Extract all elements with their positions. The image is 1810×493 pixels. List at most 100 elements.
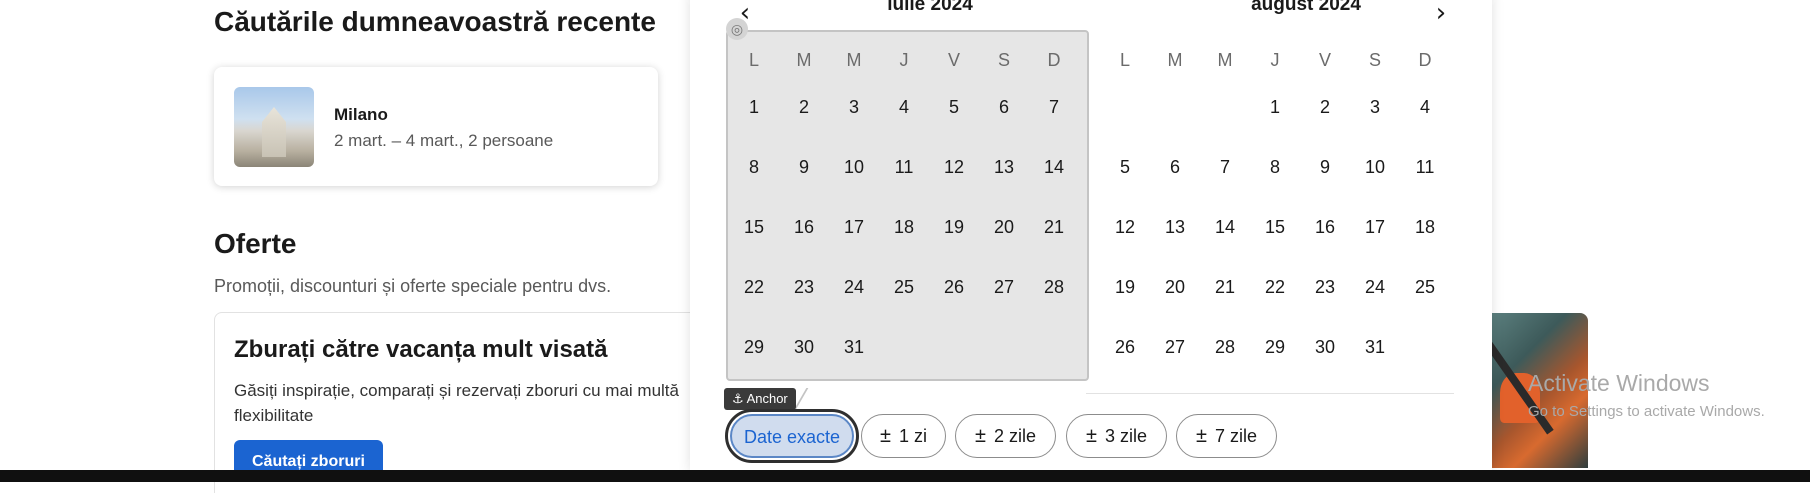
weekday-header: M bbox=[846, 50, 862, 70]
calendar-day[interactable]: 14 bbox=[1029, 147, 1079, 187]
anchor-icon: ⚓ bbox=[732, 391, 744, 406]
calendar-day[interactable]: 16 bbox=[1300, 207, 1350, 247]
calendar-day[interactable]: 21 bbox=[1029, 207, 1079, 247]
flex-option-exact[interactable]: Date exacte bbox=[725, 409, 859, 463]
calendar-day[interactable]: 8 bbox=[1250, 147, 1300, 187]
plus-minus-icon: ± bbox=[880, 425, 891, 447]
calendar-day[interactable]: 14 bbox=[1200, 207, 1250, 247]
calendar-day[interactable]: 11 bbox=[1400, 147, 1450, 187]
recent-search-details: 2 mart. – 4 mart., 2 persoane bbox=[334, 131, 554, 150]
recent-search-city: Milano bbox=[334, 105, 388, 124]
calendar-day[interactable]: 12 bbox=[1100, 207, 1150, 247]
calendar-day[interactable]: 24 bbox=[829, 267, 879, 307]
calendar-day[interactable]: 17 bbox=[829, 207, 879, 247]
offers-title: Oferte bbox=[214, 228, 297, 259]
calendar-day[interactable]: 6 bbox=[979, 87, 1029, 127]
calendar-day[interactable]: 15 bbox=[1250, 207, 1300, 247]
spiral-icon: ◎ bbox=[726, 18, 748, 40]
calendar-day[interactable]: 30 bbox=[1300, 327, 1350, 367]
calendar-day[interactable]: 26 bbox=[1100, 327, 1150, 367]
calendar-day[interactable]: 10 bbox=[1350, 147, 1400, 187]
calendar-day[interactable]: 5 bbox=[929, 87, 979, 127]
anchor-tag: ⚓ Anchor bbox=[724, 388, 796, 410]
calendar-day[interactable]: 31 bbox=[829, 327, 879, 367]
calendar-day[interactable]: 29 bbox=[1250, 327, 1300, 367]
calendar-day[interactable]: 20 bbox=[979, 207, 1029, 247]
calendar-day[interactable]: 1 bbox=[1250, 87, 1300, 127]
calendar-day[interactable]: 27 bbox=[1150, 327, 1200, 367]
calendar-day[interactable]: 11 bbox=[879, 147, 929, 187]
calendar-day[interactable]: 18 bbox=[879, 207, 929, 247]
calendar-day[interactable]: 21 bbox=[1200, 267, 1250, 307]
calendar-day[interactable]: 9 bbox=[779, 147, 829, 187]
windows-activation-title: Activate Windows bbox=[1528, 370, 1710, 396]
promo-title: Zburați către vacanța mult visată bbox=[234, 336, 608, 363]
calendar-day[interactable]: 27 bbox=[979, 267, 1029, 307]
calendar-day[interactable]: 20 bbox=[1150, 267, 1200, 307]
calendar-day[interactable]: 7 bbox=[1200, 147, 1250, 187]
calendar-day[interactable]: 10 bbox=[829, 147, 879, 187]
calendar-day[interactable]: 13 bbox=[1150, 207, 1200, 247]
calendar-day[interactable]: 19 bbox=[929, 207, 979, 247]
calendar-divider bbox=[1086, 393, 1454, 394]
calendar-day[interactable]: 16 bbox=[779, 207, 829, 247]
calendar-day[interactable]: 19 bbox=[1100, 267, 1150, 307]
calendar-day[interactable]: 2 bbox=[1300, 87, 1350, 127]
weekday-header: J bbox=[1270, 50, 1280, 70]
weekday-header: D bbox=[1047, 50, 1061, 70]
calendar-day[interactable]: 1 bbox=[729, 87, 779, 127]
calendar-day[interactable]: 8 bbox=[729, 147, 779, 187]
calendar-day[interactable]: 23 bbox=[779, 267, 829, 307]
flex-option-label: 3 zile bbox=[1104, 426, 1147, 446]
calendar-day[interactable]: 2 bbox=[779, 87, 829, 127]
calendar-day[interactable]: 9 bbox=[1300, 147, 1350, 187]
weekday-header: L bbox=[1119, 50, 1130, 70]
plus-minus-icon: ± bbox=[1195, 425, 1207, 447]
calendar-day[interactable]: 13 bbox=[979, 147, 1029, 187]
calendar-day[interactable]: 25 bbox=[879, 267, 929, 307]
weekday-header: D bbox=[1418, 50, 1432, 70]
flex-option-7-days[interactable]: ±7 zile bbox=[1176, 414, 1277, 458]
month-title-august: august 2024 bbox=[1251, 0, 1361, 15]
calendar-day[interactable]: 30 bbox=[779, 327, 829, 367]
weekday-header: J bbox=[899, 50, 909, 70]
weekday-header: S bbox=[1368, 50, 1381, 70]
calendar-day[interactable]: 26 bbox=[929, 267, 979, 307]
calendar-day[interactable]: 25 bbox=[1400, 267, 1450, 307]
flex-option-label: Date exacte bbox=[743, 427, 841, 447]
calendar-day[interactable]: 6 bbox=[1150, 147, 1200, 187]
calendar-day[interactable]: 3 bbox=[1350, 87, 1400, 127]
flex-option-1-day[interactable]: ±1 zi bbox=[861, 414, 946, 458]
weekday-header: M bbox=[1217, 50, 1233, 70]
flex-option-label: 7 zile bbox=[1214, 426, 1257, 446]
plus-minus-icon: ± bbox=[974, 425, 986, 447]
calendar-day[interactable]: 31 bbox=[1350, 327, 1400, 367]
promo-text: Găsiți inspirație, comparați și rezervaț… bbox=[234, 381, 679, 425]
calendar-day[interactable]: 28 bbox=[1029, 267, 1079, 307]
calendar-day[interactable]: 22 bbox=[1250, 267, 1300, 307]
calendar-day[interactable]: 23 bbox=[1300, 267, 1350, 307]
taskbar bbox=[0, 470, 1810, 482]
weekday-header: L bbox=[748, 50, 759, 70]
flex-option-3-days[interactable]: ±3 zile bbox=[1066, 414, 1167, 458]
calendar-day[interactable]: 4 bbox=[879, 87, 929, 127]
calendar-day[interactable]: 12 bbox=[929, 147, 979, 187]
flex-option-2-days[interactable]: ±2 zile bbox=[955, 414, 1056, 458]
calendar-day[interactable]: 18 bbox=[1400, 207, 1450, 247]
calendar-day[interactable]: 3 bbox=[829, 87, 879, 127]
date-picker-popup: ‹ › ◎ iulie 2024 august 2024 LMMJVSD1234… bbox=[690, 0, 1492, 470]
calendar-day[interactable]: 24 bbox=[1350, 267, 1400, 307]
calendar-day[interactable]: 15 bbox=[729, 207, 779, 247]
calendar-day[interactable]: 28 bbox=[1200, 327, 1250, 367]
windows-activation-subtitle: Go to Settings to activate Windows. bbox=[1528, 403, 1765, 420]
calendar-day[interactable]: 5 bbox=[1100, 147, 1150, 187]
calendar-day[interactable]: 7 bbox=[1029, 87, 1079, 127]
calendar-day[interactable]: 22 bbox=[729, 267, 779, 307]
recent-search-card[interactable]: Milano 2 mart. – 4 mart., 2 persoane bbox=[214, 67, 658, 186]
calendar-day[interactable]: 29 bbox=[729, 327, 779, 367]
plus-minus-icon: ± bbox=[1085, 425, 1097, 447]
recent-searches-title: Căutările dumneavoastră recente bbox=[214, 6, 656, 37]
calendar-day[interactable]: 4 bbox=[1400, 87, 1450, 127]
flex-option-label: 2 zile bbox=[993, 426, 1036, 446]
calendar-day[interactable]: 17 bbox=[1350, 207, 1400, 247]
